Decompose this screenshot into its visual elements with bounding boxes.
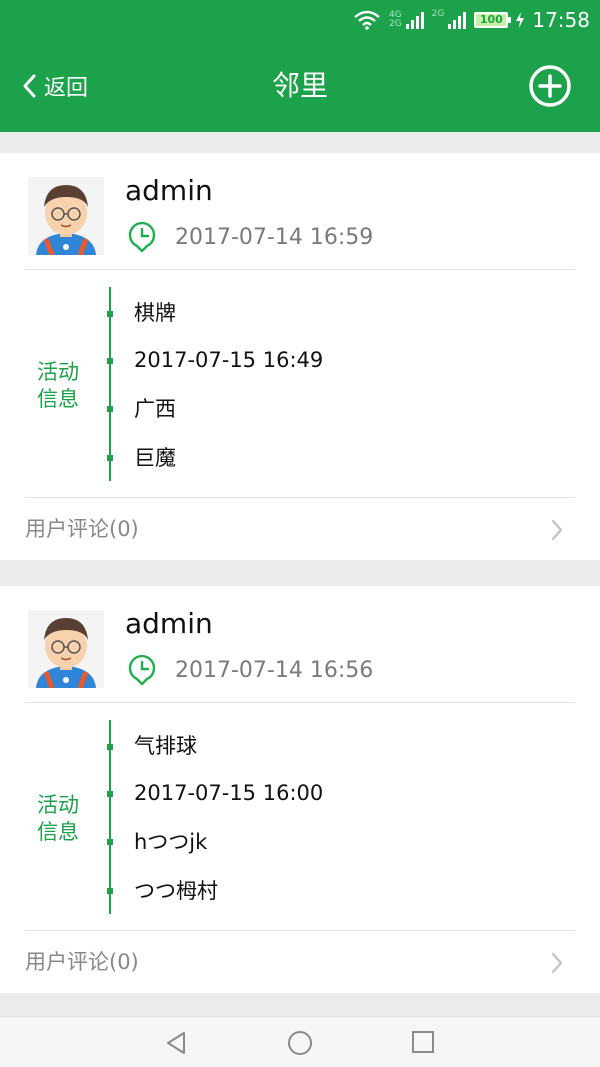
divider <box>25 269 575 270</box>
timeline-dot <box>107 791 113 797</box>
divider <box>25 497 575 498</box>
timeline-dot <box>107 744 113 750</box>
network-type-secondary: 2G <box>432 10 445 30</box>
timeline-dot <box>107 455 113 461</box>
network-type-secondary-label: 2G <box>431 9 445 19</box>
chevron-right-icon[interactable] <box>550 519 564 541</box>
timeline-dot <box>107 406 113 412</box>
page-title: 邻里 <box>271 69 328 102</box>
recents-square-icon[interactable] <box>411 1030 435 1054</box>
clock-icon <box>128 221 156 253</box>
network-type-bottom: 2G <box>388 19 402 29</box>
comments-link[interactable]: 用户评论(0) <box>25 515 139 543</box>
system-nav-bar <box>0 1016 600 1067</box>
activity-info-label: 活动信息 <box>37 360 79 411</box>
status-time: 17:58 <box>532 8 590 32</box>
app-header: 返回 邻里 <box>0 40 600 132</box>
timeline-dot <box>107 839 113 845</box>
status-icons: 4G 2G 2G 100 17:58 <box>353 6 590 34</box>
chevron-right-icon[interactable] <box>550 952 564 974</box>
activity-time: 2017-07-15 16:49 <box>134 348 324 372</box>
activity-organizer: つつ栂村 <box>134 879 218 903</box>
back-triangle-icon[interactable] <box>164 1030 188 1056</box>
signal-icon-2 <box>448 11 467 29</box>
post-author: admin <box>125 174 213 207</box>
activity-location: hつつjk <box>134 830 208 854</box>
activity-location: 广西 <box>134 397 176 421</box>
activity-info-label: 活动信息 <box>37 793 79 844</box>
avatar <box>28 610 104 688</box>
divider <box>25 930 575 931</box>
battery-icon: 100 <box>474 12 512 28</box>
home-circle-icon[interactable] <box>287 1030 313 1056</box>
status-bar: 4G 2G 2G 100 17:58 <box>0 0 600 40</box>
post-card: admin 2017-07-14 16:59 活动信息 棋牌 2017-07-1… <box>0 153 600 560</box>
signal-icon-1 <box>405 11 424 29</box>
comments-link[interactable]: 用户评论(0) <box>25 948 139 976</box>
timeline-dot <box>107 311 113 317</box>
activity-category: 棋牌 <box>134 301 176 325</box>
clock-icon <box>128 654 156 686</box>
post-timestamp: 2017-07-14 16:56 <box>175 658 374 683</box>
avatar <box>28 177 104 255</box>
wifi-icon <box>354 10 380 30</box>
post-timestamp: 2017-07-14 16:59 <box>175 225 374 250</box>
network-type: 4G 2G <box>389 11 402 29</box>
activity-time: 2017-07-15 16:00 <box>134 781 324 805</box>
activity-organizer: 巨魔 <box>134 446 176 470</box>
charging-icon <box>516 12 525 28</box>
post-feed: admin 2017-07-14 16:59 活动信息 棋牌 2017-07-1… <box>0 153 600 1019</box>
add-post-button[interactable] <box>528 64 572 108</box>
activity-category: 气排球 <box>134 734 197 758</box>
divider <box>25 702 575 703</box>
post-card: admin 2017-07-14 16:56 活动信息 气排球 2017-07-… <box>0 586 600 993</box>
timeline-dot <box>107 888 113 894</box>
battery-level: 100 <box>479 13 503 26</box>
post-author: admin <box>125 607 213 640</box>
timeline-dot <box>107 358 113 364</box>
